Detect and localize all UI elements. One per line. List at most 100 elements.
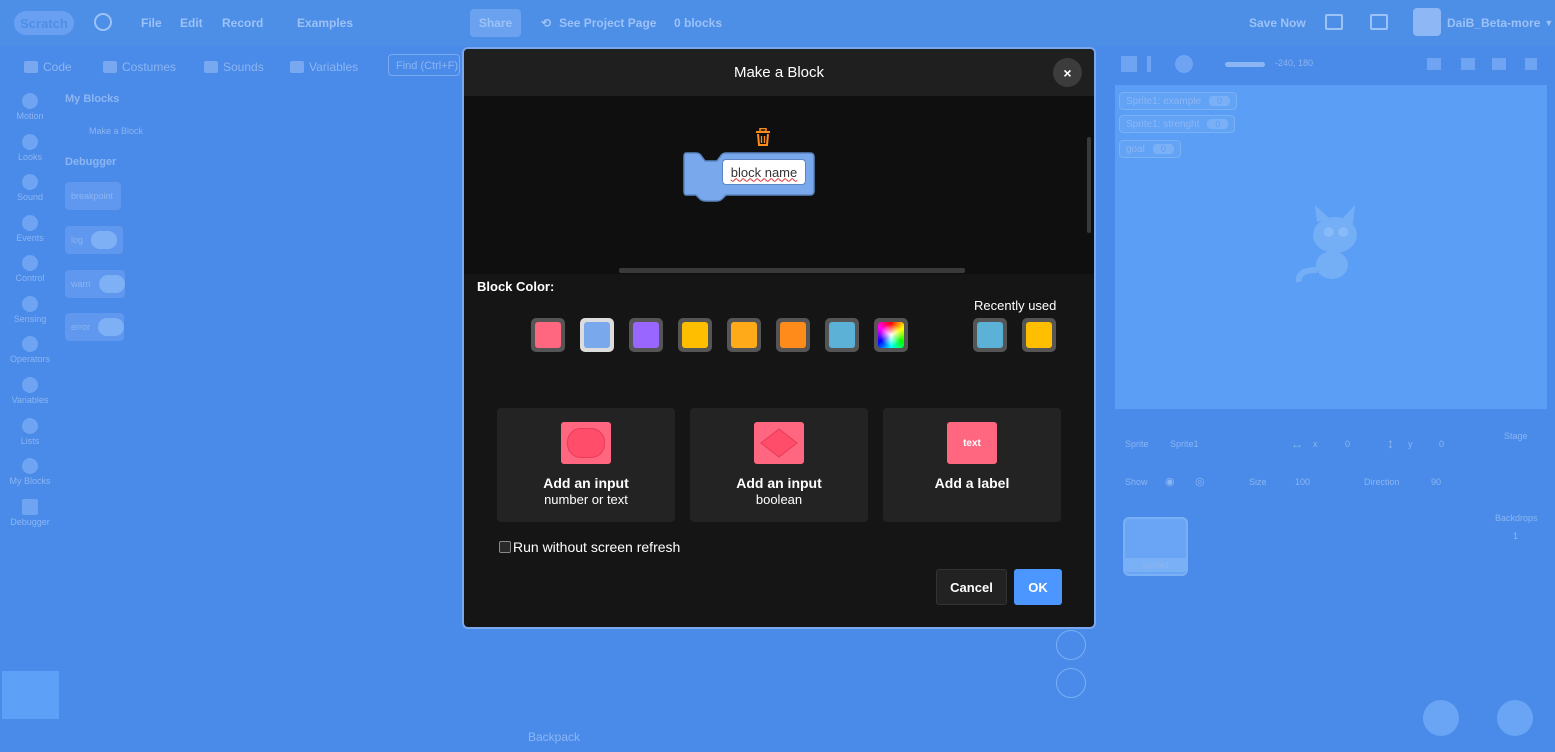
add-backdrop-icon[interactable] <box>1497 700 1533 736</box>
block-name-input[interactable]: block name <box>722 159 806 185</box>
monitor-label: Sprite1: example <box>1126 95 1202 107</box>
category-label: Variables <box>11 395 49 405</box>
show-eye-icon[interactable]: ◉ <box>1165 475 1175 488</box>
recent-color-swatch[interactable] <box>1022 318 1056 352</box>
project-title-input[interactable]: Examples <box>297 0 353 46</box>
preview-vertical-scrollbar[interactable] <box>1087 137 1091 233</box>
see-project-page-link[interactable]: ⟲ See Project Page <box>541 0 656 46</box>
backpack-header[interactable]: Backpack <box>528 730 580 744</box>
block-input-oval[interactable] <box>98 275 125 293</box>
stop-icon[interactable] <box>1175 55 1193 73</box>
color-swatch-red[interactable] <box>531 318 565 352</box>
green-flag-icon[interactable] <box>1121 56 1137 72</box>
fullscreen-icon[interactable] <box>1525 58 1537 70</box>
option-title: Add an input <box>543 475 629 491</box>
add-extension-button[interactable] <box>2 671 59 719</box>
make-a-block-dialog: Make a Block × block name Block Color: R… <box>462 47 1096 629</box>
make-a-block-button[interactable]: Make a Block <box>89 126 143 136</box>
color-swatch-orange[interactable] <box>776 318 810 352</box>
block-breakpoint[interactable]: breakpoint <box>65 182 121 210</box>
tab-costumes[interactable]: Costumes <box>103 60 176 74</box>
block-color-label: Block Color: <box>477 279 555 294</box>
category-debugger[interactable]: Debugger <box>0 496 60 536</box>
zoom-in-icon[interactable] <box>1056 630 1086 660</box>
block-warn[interactable]: warn <box>65 270 125 298</box>
trash-icon[interactable] <box>755 128 771 146</box>
zoom-reset-icon[interactable] <box>1056 668 1086 698</box>
block-log[interactable]: log <box>65 226 123 254</box>
block-input-oval[interactable] <box>91 231 118 249</box>
share-button[interactable]: Share <box>470 9 521 37</box>
find-input[interactable]: Find (Ctrl+F) <box>388 54 460 76</box>
category-label: Events <box>16 233 44 243</box>
recently-used-label: Recently used <box>974 298 1057 313</box>
sprite-name-input[interactable]: Sprite1 <box>1170 439 1199 449</box>
color-picker-rainbow[interactable] <box>874 318 908 352</box>
sound-dot-icon <box>22 174 38 190</box>
y-label: y <box>1408 439 1413 449</box>
add-label-button[interactable]: text Add a label <box>883 408 1061 522</box>
add-input-boolean-button[interactable]: Add an input boolean <box>690 408 868 522</box>
color-swatch-purple[interactable] <box>629 318 663 352</box>
save-now-button[interactable]: Save Now <box>1249 0 1306 46</box>
block-error[interactable]: error <box>65 313 124 341</box>
small-stage-icon[interactable] <box>1427 58 1441 70</box>
volume-slider[interactable] <box>1225 62 1265 67</box>
account-menu[interactable]: DaiB_Beta-more ▼ <box>1447 0 1553 46</box>
add-sprite-icon[interactable] <box>1423 700 1459 736</box>
menu-bar: Scratch File Edit Record Examples Share … <box>0 0 1555 46</box>
my-stuff-folder-icon[interactable] <box>1370 14 1388 30</box>
category-my-blocks[interactable]: My Blocks <box>0 455 60 495</box>
backdrops-label: Backdrops <box>1495 513 1538 523</box>
direction-input[interactable]: 90 <box>1431 477 1441 487</box>
category-operators[interactable]: Operators <box>0 333 60 373</box>
tab-sounds[interactable]: Sounds <box>204 60 264 74</box>
large-stage-icon[interactable] <box>1461 58 1475 70</box>
color-swatch-yellow[interactable] <box>678 318 712 352</box>
category-lists[interactable]: Lists <box>0 415 60 455</box>
user-avatar[interactable] <box>1413 8 1441 36</box>
category-control[interactable]: Control <box>0 252 60 292</box>
cancel-button[interactable]: Cancel <box>936 569 1007 605</box>
variable-monitor: Sprite1: example 0 <box>1119 92 1238 110</box>
category-sensing[interactable]: Sensing <box>0 293 60 333</box>
color-swatch-teal[interactable] <box>825 318 859 352</box>
preview-horizontal-scrollbar[interactable] <box>619 268 965 273</box>
run-without-refresh-option[interactable]: Run without screen refresh <box>499 539 680 555</box>
stage-canvas[interactable]: Sprite1: example 0 Sprite1: strenght 0 goa… <box>1115 85 1547 409</box>
run-without-refresh-checkbox[interactable] <box>499 541 511 553</box>
color-swatch-amber[interactable] <box>727 318 761 352</box>
language-globe-icon[interactable] <box>94 13 112 31</box>
messages-envelope-icon[interactable] <box>1325 14 1343 30</box>
cat-sprite[interactable] <box>1287 200 1377 290</box>
menu-record[interactable]: Record <box>222 0 263 46</box>
see-project-page-label: See Project Page <box>559 16 657 30</box>
tab-code[interactable]: Code <box>24 60 72 74</box>
swatch-fill <box>731 322 757 348</box>
pause-icon[interactable] <box>1147 56 1151 72</box>
category-looks[interactable]: Looks <box>0 131 60 171</box>
category-sound[interactable]: Sound <box>0 171 60 211</box>
tab-variables[interactable]: Variables <box>290 60 358 74</box>
option-subtitle: boolean <box>755 492 803 507</box>
ok-button[interactable]: OK <box>1014 569 1062 605</box>
layout-icon[interactable] <box>1492 58 1506 70</box>
dialog-title: Make a Block <box>733 64 825 81</box>
category-events[interactable]: Events <box>0 212 60 252</box>
category-motion[interactable]: Motion <box>0 90 60 130</box>
recent-color-swatch[interactable] <box>973 318 1007 352</box>
color-swatch-blue-selected[interactable] <box>580 318 614 352</box>
add-input-number-text-button[interactable]: Add an input number or text <box>497 408 675 522</box>
block-input-oval[interactable] <box>98 318 124 336</box>
category-variables[interactable]: Variables <box>0 374 60 414</box>
hide-eye-icon[interactable]: ◎ <box>1195 475 1205 488</box>
y-input[interactable]: 0 <box>1439 439 1444 449</box>
menu-file[interactable]: File <box>141 0 162 46</box>
size-input[interactable]: 100 <box>1295 477 1310 487</box>
close-button[interactable]: × <box>1053 58 1082 87</box>
scratch-logo[interactable]: Scratch <box>14 11 74 35</box>
menu-edit[interactable]: Edit <box>180 0 203 46</box>
variables-dot-icon <box>22 377 38 393</box>
x-input[interactable]: 0 <box>1345 439 1350 449</box>
category-label: Debugger <box>10 517 50 527</box>
